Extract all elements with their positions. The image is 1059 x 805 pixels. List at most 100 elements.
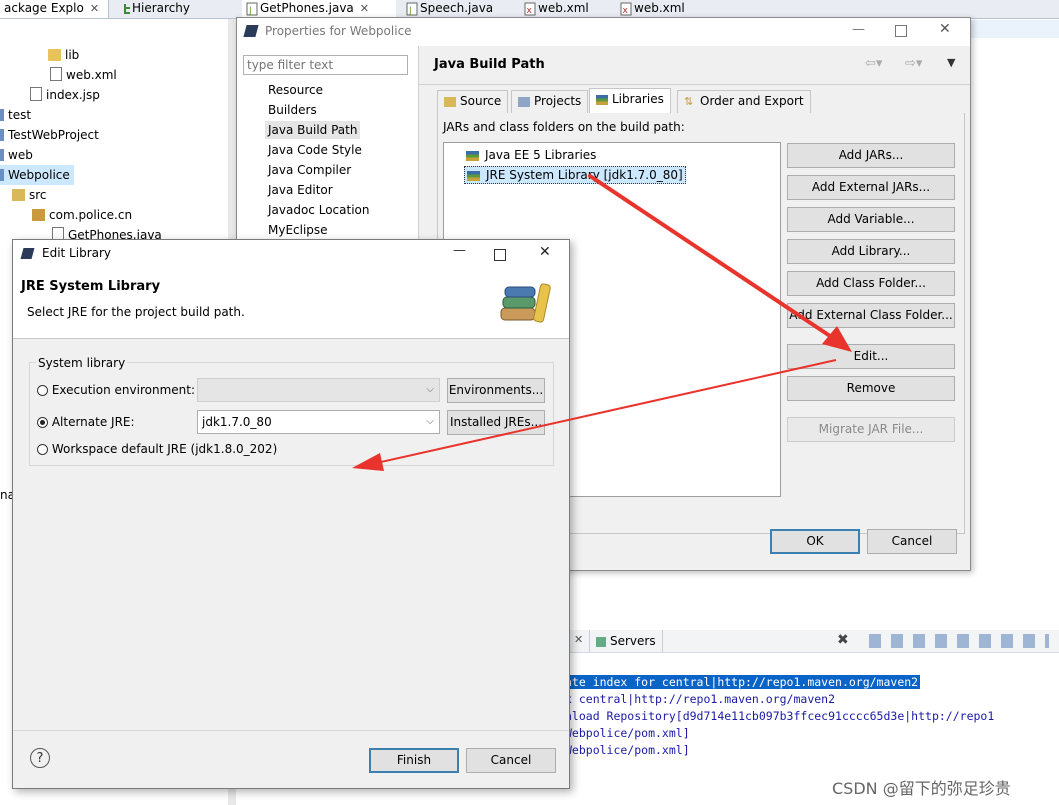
list-item[interactable]: Java EE 5 Libraries xyxy=(466,147,596,163)
myeclipse-logo-icon xyxy=(243,25,259,37)
tab-webxml-1[interactable]: x web.xml xyxy=(520,0,612,18)
page-title: Java Build Path xyxy=(434,57,545,72)
maximize-icon[interactable] xyxy=(895,25,907,37)
tree-item-webpolice[interactable]: Webpolice xyxy=(0,165,74,185)
add-external-class-folder-button[interactable]: Add External Class Folder... xyxy=(787,303,955,328)
tree-item-package[interactable]: com.police.cn xyxy=(32,205,132,225)
tab-webxml-2[interactable]: x web.xml xyxy=(616,0,712,18)
dialog-title: Edit Library xyxy=(42,246,112,260)
chevron-down-icon: ⌵ xyxy=(426,416,434,427)
tab-package-explorer[interactable]: ackage Explo ✕ xyxy=(0,0,109,18)
close-icon[interactable]: ✕ xyxy=(574,633,583,646)
radio-alternate-jre[interactable]: Alternate JRE: xyxy=(37,415,135,429)
tree-item-src[interactable]: src xyxy=(12,185,47,205)
tree-item-webxml[interactable]: web.xml xyxy=(50,65,117,85)
remove-button[interactable]: Remove xyxy=(787,376,955,401)
environments-button[interactable]: Environments... xyxy=(447,378,545,403)
project-icon xyxy=(0,169,4,181)
edit-library-dialog: Edit Library — ✕ JRE System Library Sele… xyxy=(12,239,570,789)
group-label: System library xyxy=(36,356,128,370)
add-external-jars-button[interactable]: Add External JARs... xyxy=(787,175,955,200)
maximize-icon[interactable] xyxy=(494,249,506,261)
installed-jres-button[interactable]: Installed JREs... xyxy=(447,410,545,435)
back-arrow-icon[interactable]: ⇦▾ xyxy=(865,56,882,71)
dialog-heading: JRE System Library xyxy=(21,279,161,294)
xml-file-icon: x xyxy=(524,2,538,16)
tab-getphones[interactable]: J GetPhones.java ✕ xyxy=(242,0,396,18)
package-icon xyxy=(32,209,45,221)
add-jars-button[interactable]: Add JARs... xyxy=(787,143,955,168)
add-variable-button[interactable]: Add Variable... xyxy=(787,207,955,232)
tab-servers[interactable]: Servers xyxy=(589,630,663,652)
minimize-icon[interactable]: — xyxy=(453,243,466,258)
xml-file-icon: x xyxy=(620,2,634,16)
radio-icon[interactable] xyxy=(37,444,48,455)
remove-launch-icon[interactable]: ✖ xyxy=(837,632,849,648)
console-line: nload Repository[d9d714e11cb097b3ffcec91… xyxy=(565,709,995,723)
tree-item-web[interactable]: web xyxy=(0,145,33,165)
tab-source[interactable]: Source xyxy=(437,90,509,113)
tab-hierarchy[interactable]: Hierarchy xyxy=(118,0,206,18)
add-library-button[interactable]: Add Library... xyxy=(787,239,955,264)
tab-projects[interactable]: Projects xyxy=(511,90,589,113)
library-icon xyxy=(466,150,479,161)
tab-speech[interactable]: J Speech.java xyxy=(402,0,516,18)
execution-environment-select[interactable]: ⌵ xyxy=(197,378,440,402)
library-books-icon xyxy=(500,283,551,323)
svg-text:x: x xyxy=(527,6,533,16)
nav-java-build-path[interactable]: Java Build Path xyxy=(265,121,361,139)
radio-icon[interactable] xyxy=(37,417,48,428)
radio-execution-environment[interactable]: Execution environment: xyxy=(37,383,195,397)
close-icon[interactable]: ✕ xyxy=(90,2,99,15)
list-item[interactable]: JRE System Library [jdk1.7.0_80] xyxy=(464,166,686,184)
tree-item-test[interactable]: test xyxy=(0,105,31,125)
view-menu-icon[interactable]: ▼ xyxy=(947,56,955,69)
svg-text:J: J xyxy=(408,6,412,16)
console-toolbar: ✕ Servers ✖ xyxy=(569,630,1059,653)
migrate-jar-button[interactable]: Migrate JAR File... xyxy=(787,417,955,442)
filter-input[interactable] xyxy=(243,55,408,75)
alternate-jre-select[interactable]: jdk1.7.0_80 ⌵ xyxy=(197,410,440,434)
tree-item-indexjsp[interactable]: index.jsp xyxy=(30,85,100,105)
close-icon[interactable]: ✕ xyxy=(539,244,551,260)
nav-javadoc-location[interactable]: Javadoc Location xyxy=(265,201,372,219)
finish-button[interactable]: Finish xyxy=(369,748,459,773)
close-icon[interactable]: ✕ xyxy=(360,2,369,15)
tree-item-lib[interactable]: lib xyxy=(48,45,79,65)
cancel-button[interactable]: Cancel xyxy=(867,529,957,554)
dialog-description: Select JRE for the project build path. xyxy=(27,305,245,319)
radio-icon[interactable] xyxy=(37,385,48,396)
nav-myeclipse[interactable]: MyEclipse xyxy=(265,221,331,239)
project-icon xyxy=(0,109,4,121)
source-folder-icon xyxy=(444,96,456,107)
source-folder-icon xyxy=(12,189,25,201)
project-icon xyxy=(0,149,4,161)
minimize-icon[interactable]: — xyxy=(852,22,865,37)
edit-button[interactable]: Edit... xyxy=(787,344,955,369)
nav-java-editor[interactable]: Java Editor xyxy=(265,181,336,199)
forward-arrow-icon[interactable]: ⇨▾ xyxy=(905,56,922,71)
projects-icon xyxy=(518,96,530,107)
ok-button[interactable]: OK xyxy=(770,529,860,554)
nav-resource[interactable]: Resource xyxy=(265,81,326,99)
tab-libraries[interactable]: Libraries xyxy=(589,88,671,113)
tab-order-export[interactable]: ⇅ Order and Export xyxy=(677,90,811,113)
library-icon xyxy=(467,170,480,181)
cancel-button[interactable]: Cancel xyxy=(466,748,556,773)
radio-workspace-default[interactable]: Workspace default JRE (jdk1.8.0_202) xyxy=(37,442,277,456)
svg-text:x: x xyxy=(623,6,629,16)
nav-java-code-style[interactable]: Java Code Style xyxy=(265,141,365,159)
console-actions-icons[interactable] xyxy=(869,634,1049,648)
chevron-down-icon: ⌵ xyxy=(426,384,434,395)
tree-item-testwebproject[interactable]: TestWebProject xyxy=(0,125,99,145)
nav-java-compiler[interactable]: Java Compiler xyxy=(265,161,354,179)
csdn-watermark: CSDN @留下的弥足珍贵 xyxy=(832,779,1011,798)
servers-icon xyxy=(596,636,606,647)
help-icon[interactable]: ? xyxy=(30,748,50,768)
console-line: x central|http://repo1.maven.org/maven2 xyxy=(565,692,836,706)
dialog-header: Edit Library — ✕ JRE System Library Sele… xyxy=(13,240,569,338)
nav-builders[interactable]: Builders xyxy=(265,101,320,119)
close-icon[interactable]: ✕ xyxy=(939,21,951,37)
dialog-title: Properties for Webpolice xyxy=(265,24,412,38)
add-class-folder-button[interactable]: Add Class Folder... xyxy=(787,271,955,296)
